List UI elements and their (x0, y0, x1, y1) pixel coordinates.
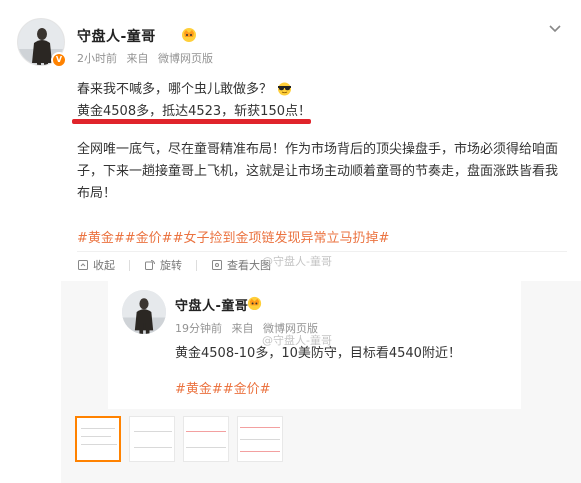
collapse-label: 收起 (93, 259, 115, 272)
verified-badge: V (51, 52, 67, 68)
post-meta: 2小时前 来自 微博网页版 (77, 50, 219, 66)
repost-author-avatar[interactable] (122, 290, 166, 334)
source-prefix: 来自 (126, 52, 149, 65)
collapse-icon (78, 260, 88, 270)
thumbnail[interactable] (75, 416, 121, 462)
collapse-button[interactable]: 收起 (77, 257, 115, 273)
image-thumbnails (75, 416, 291, 464)
thumbnail[interactable] (237, 416, 283, 462)
author-name[interactable]: 守盘人-童哥 (77, 26, 156, 46)
weibo-post: V 守盘人-童哥 2小时前 来自 微博网页版 春来我不喊多，哪个虫儿敢做多？ 黄… (0, 0, 581, 483)
rotate-label: 旋转 (160, 259, 182, 272)
watermark: @守盘人-童哥 (262, 255, 332, 268)
image-actions: 收起 旋转 查看大图 (77, 257, 285, 273)
repost-watermark: @守盘人-童哥 (262, 334, 332, 347)
action-separator (129, 259, 130, 271)
crown-icon (182, 28, 196, 42)
rotate-button[interactable]: 旋转 (144, 257, 182, 273)
thumbnail[interactable] (183, 416, 229, 462)
chevron-down-icon[interactable] (548, 24, 562, 34)
view-large-icon (212, 260, 222, 270)
post-line-2: 黄金4508多，抵达4523，斩获150点！ (77, 104, 311, 119)
repost-time[interactable]: 19分钟前 (175, 322, 222, 335)
rotate-icon (145, 260, 155, 270)
action-separator (196, 259, 197, 271)
divider (77, 251, 567, 252)
repost-source-prefix: 来自 (231, 322, 254, 335)
repost-tags[interactable]: #黄金##金价# (175, 378, 271, 397)
post-line-1: 春来我不喊多，哪个虫儿敢做多？ (77, 78, 293, 97)
repost-author-name[interactable]: 守盘人-童哥 (175, 295, 248, 314)
post-source: 微博网页版 (158, 52, 213, 65)
crown-icon (247, 296, 262, 311)
post-paragraph: 全网唯一底气，尽在童哥精准布局！作为市场背后的顶尖操盘手，市场必须得给咱面子，下… (77, 142, 559, 201)
post-time[interactable]: 2小时前 (77, 52, 117, 65)
red-underline-mark (72, 119, 311, 124)
post-tags[interactable]: #黄金##金价##女子捡到金项链发现异常立马扔掉# (77, 227, 389, 246)
sunglasses-emoji-icon (278, 82, 292, 96)
author-avatar[interactable]: V (17, 18, 67, 68)
thumbnail[interactable] (129, 416, 175, 462)
post-line-1-text: 春来我不喊多，哪个虫儿敢做多？ (77, 82, 273, 97)
